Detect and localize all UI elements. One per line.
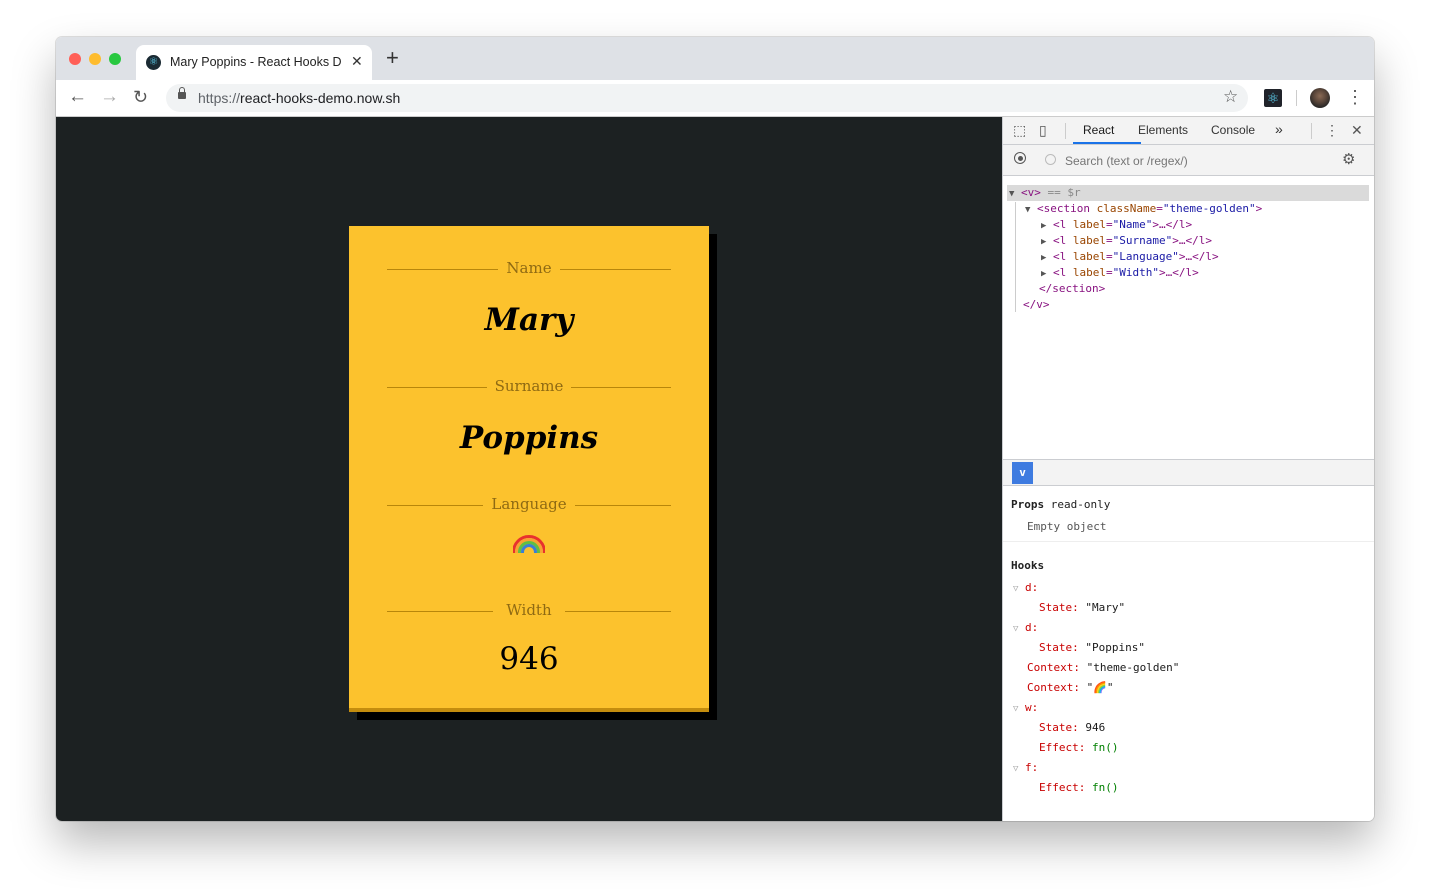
hook-item: State: "Mary" [1039,601,1126,614]
tree-node-l[interactable]: ▶ <l label="Language">…</l> [1041,249,1219,265]
tree-node-root[interactable]: ▼ <v> == $r [1009,185,1081,201]
field-width-label: Width [387,601,671,621]
close-window-button[interactable] [69,53,81,65]
hook-item[interactable]: ▽ w: [1013,701,1038,714]
devtools-menu-icon[interactable]: ⋮ [1325,122,1339,138]
field-language-label: Language [387,495,671,515]
close-devtools-icon[interactable]: ✕ [1351,122,1363,138]
close-icon[interactable]: ✕ [351,53,363,70]
field-width-value: 946 [499,641,559,677]
react-favicon-icon: ⚛ [146,55,161,70]
tree-root-close: </v> [1023,298,1050,311]
hook-item: State: "Poppins" [1039,641,1145,654]
selected-element-bar: v [1003,459,1374,486]
react-extension-icon[interactable]: ⚛ [1264,89,1282,107]
tab-react[interactable]: React [1083,123,1114,137]
hook-item: Effect: fn() [1039,741,1119,754]
props-section: Props read-only [1011,498,1111,511]
tree-node-section[interactable]: ▼ <section className="theme-golden"> [1025,201,1262,217]
gear-icon[interactable]: ⚙ [1342,152,1355,168]
field-surname-label: Surname [387,377,671,397]
tree-node-l[interactable]: ▶ <l label="Name">…</l> [1041,217,1192,233]
avatar[interactable] [1310,88,1330,108]
props-empty-text: Empty object [1027,520,1107,533]
hook-item: Context: "theme-golden" [1027,661,1180,674]
devtools-tabbar: ⬚ ▯ React Elements Console » ⋮ ✕ [1003,117,1374,145]
new-tab-icon[interactable]: + [386,47,399,69]
forward-icon[interactable]: → [100,86,119,108]
reload-icon[interactable]: ↻ [133,86,148,108]
hooks-heading: Hooks [1011,559,1045,572]
address-bar[interactable]: https://react-hooks-demo.now.sh [166,84,1248,112]
selected-component-badge[interactable]: v [1012,462,1033,484]
tree-node-l[interactable]: ▶ <l label="Width">…</l> [1041,265,1199,281]
hook-item: Context: "🌈" [1027,681,1114,694]
hook-item[interactable]: ▽ d: [1013,621,1038,634]
inspect-element-icon[interactable]: ⬚ [1013,122,1026,138]
hook-item: Effect: fn() [1039,781,1119,794]
select-target-icon[interactable] [1014,152,1027,165]
tree-section-close: </section> [1039,282,1106,295]
tab-elements[interactable]: Elements [1138,123,1188,137]
browser-window: ⚛ Mary Poppins - React Hooks Demo ✕ + ← … [56,37,1374,821]
active-tab-indicator [1073,142,1141,144]
hook-item: State: 946 [1039,721,1106,734]
zoom-window-button[interactable] [109,53,121,65]
tab-strip: ⚛ Mary Poppins - React Hooks Demo ✕ + [56,37,1374,80]
search-input[interactable] [1063,151,1327,171]
page-viewport: Name Mary Surname Poppins Language Width… [56,117,1002,821]
star-icon[interactable]: ☆ [1223,88,1238,105]
browser-toolbar: ← → ↻ https://react-hooks-demo.now.sh ☆ … [56,80,1374,117]
devtools-search-bar: ⚙ [1003,145,1374,176]
tab-title: Mary Poppins - React Hooks Demo [170,55,342,69]
toolbar-divider [1296,90,1297,106]
hook-item[interactable]: ▽ f: [1013,761,1038,774]
more-tabs-icon[interactable]: » [1275,121,1283,137]
hook-item[interactable]: ▽ d: [1013,581,1038,594]
search-icon [1045,154,1056,165]
field-surname-value: Poppins [459,420,599,456]
profile-card: Name Mary Surname Poppins Language Width… [349,226,709,712]
browser-tab[interactable]: ⚛ Mary Poppins - React Hooks Demo ✕ [136,45,372,80]
device-toolbar-icon[interactable]: ▯ [1039,122,1047,138]
rainbow-icon [513,535,545,553]
back-icon[interactable]: ← [68,86,87,108]
component-tree: ▼ <v> == $r ▼ <section className="theme-… [1003,176,1374,459]
tree-node-l[interactable]: ▶ <l label="Surname">…</l> [1041,233,1212,249]
lock-icon [178,87,186,99]
field-name-label: Name [387,259,671,279]
menu-icon[interactable]: ⋮ [1346,87,1364,107]
field-name-value: Mary [484,302,574,338]
devtools-panel: ⬚ ▯ React Elements Console » ⋮ ✕ ⚙ [1002,117,1374,821]
url-text: https://react-hooks-demo.now.sh [198,90,401,106]
minimize-window-button[interactable] [89,53,101,65]
tab-console[interactable]: Console [1211,123,1255,137]
